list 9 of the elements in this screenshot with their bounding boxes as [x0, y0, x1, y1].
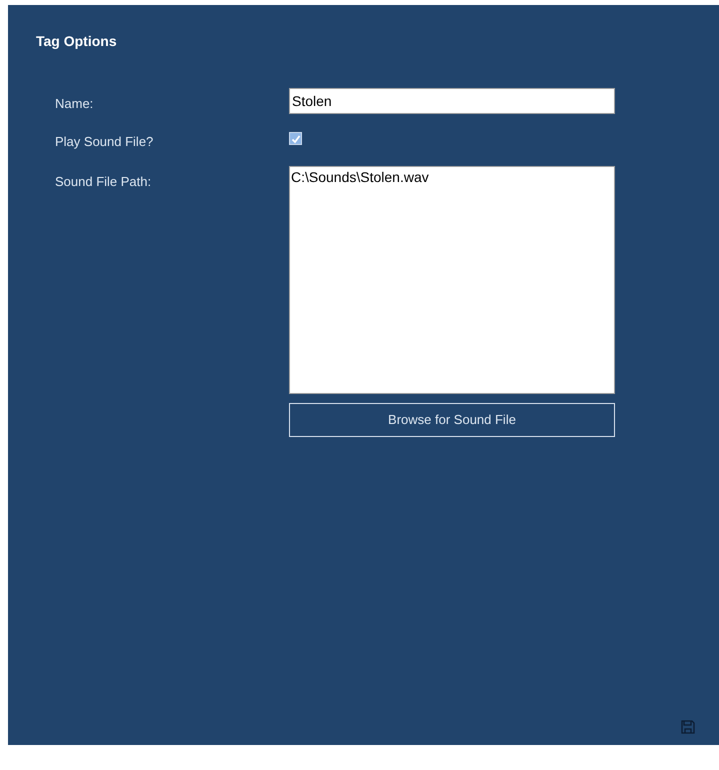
- name-input[interactable]: Stolen: [289, 88, 615, 114]
- field-label: Sound File Path:: [55, 173, 152, 191]
- path-textarea[interactable]: C:\Sounds\Stolen.wav: [289, 166, 615, 394]
- checkbox[interactable]: [289, 132, 302, 145]
- save-icon[interactable]: [681, 720, 695, 734]
- field-label: Play Sound File?: [55, 133, 154, 151]
- dialog-title: Tag Options: [36, 32, 117, 51]
- field-label: Name:: [55, 95, 94, 113]
- browse-button[interactable]: Browse for Sound File: [289, 403, 615, 437]
